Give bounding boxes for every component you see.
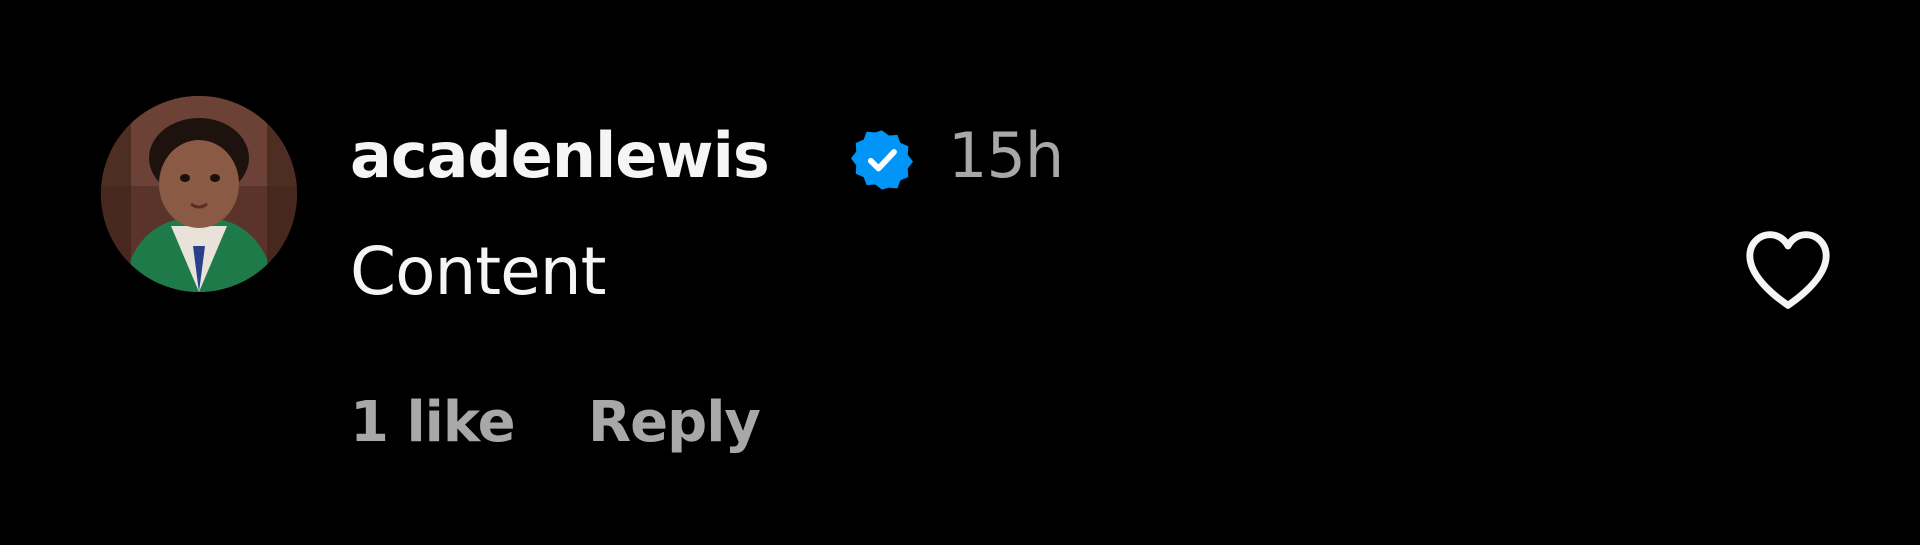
heart-outline-icon[interactable] bbox=[1742, 228, 1834, 312]
comment-username[interactable]: acadenlewis bbox=[350, 118, 770, 194]
verified-badge-icon bbox=[850, 128, 914, 192]
comment-row: acadenlewis 15h Content 1 like Reply bbox=[0, 0, 1920, 545]
avatar[interactable] bbox=[101, 96, 297, 292]
comment-text: Content bbox=[350, 233, 606, 310]
comment-timestamp[interactable]: 15h bbox=[948, 118, 1064, 194]
reply-button[interactable]: Reply bbox=[588, 388, 761, 458]
comment-like-count[interactable]: 1 like bbox=[350, 388, 516, 458]
avatar-photo bbox=[101, 96, 297, 292]
